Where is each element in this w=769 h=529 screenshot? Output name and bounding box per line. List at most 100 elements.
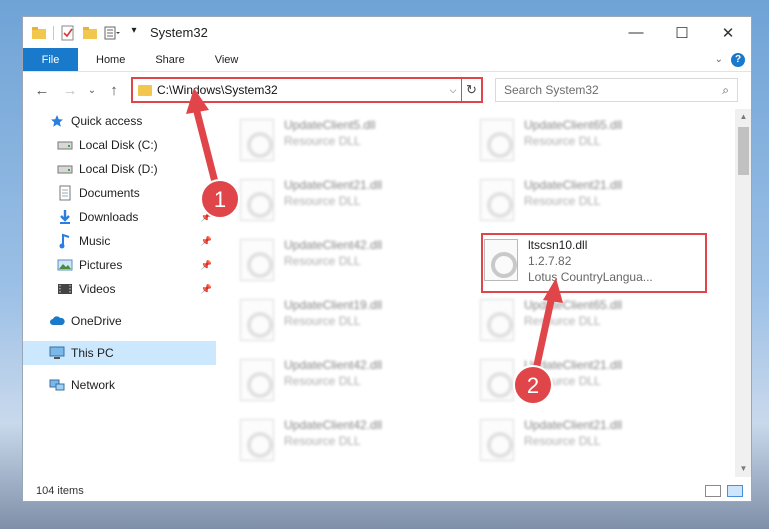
drive-icon [57,137,73,153]
up-button[interactable]: ↑ [103,82,125,99]
file-description: Resource DLL [524,374,601,388]
sidebar-item-documents[interactable]: Documents [23,181,216,205]
search-input[interactable]: Search System32 ⌕ [495,78,738,102]
window-controls: — ☐ ✕ [613,17,751,48]
recent-locations-button[interactable]: ⌄ [81,85,103,96]
dll-file-icon [480,359,514,401]
folder-icon [31,25,47,41]
music-icon [57,233,73,249]
toolbar-dropdown-icon[interactable]: ▾ [126,25,142,41]
highlight-box [481,233,707,293]
close-button[interactable]: ✕ [705,17,751,48]
tab-file[interactable]: File [23,48,78,71]
list-item[interactable]: UpdateClient21.dll Resource DLL [218,173,448,229]
sidebar-item-label: Network [71,378,116,392]
minimize-button[interactable]: — [613,17,659,48]
scroll-up-icon[interactable]: ▲ [735,109,751,125]
sidebar-item-label: Pictures [79,258,123,272]
list-item[interactable]: UpdateClient42.dll Resource DLL [218,353,448,409]
pin-icon[interactable]: 📌 [201,284,212,295]
list-item[interactable]: UpdateClient21.dll Resource DLL [458,413,688,469]
dll-file-icon [240,179,274,221]
sidebar-item-music[interactable]: Music 📌 [23,229,216,253]
file-description: Resource DLL [284,254,361,268]
expand-ribbon-icon[interactable]: ⌄ [715,54,723,65]
file-description: Resource DLL [524,434,601,448]
sidebar-item-local-disk-c[interactable]: Local Disk (C:) [23,133,216,157]
file-description: Resource DLL [524,314,601,328]
vertical-scrollbar[interactable]: ▲ ▼ [735,109,751,477]
sidebar-item-videos[interactable]: Videos 📌 [23,277,216,301]
properties-icon[interactable] [60,25,76,41]
list-item[interactable]: UpdateClient21.dll Resource DLL [458,353,688,409]
dll-file-icon [240,119,274,161]
scroll-down-icon[interactable]: ▼ [735,461,751,477]
sidebar-item-network[interactable]: Network [23,373,216,397]
pin-icon[interactable]: 📌 [201,260,212,271]
list-item[interactable]: UpdateClient42.dll Resource DLL [218,413,448,469]
file-description: Resource DLL [284,194,361,208]
sidebar-item-label: Local Disk (C:) [79,138,158,152]
dll-file-icon [240,239,274,281]
window-title: System32 [150,25,208,40]
sidebar-item-quick-access[interactable]: Quick access [23,109,216,133]
search-icon: ⌕ [722,82,729,97]
large-icons-view-icon[interactable] [727,485,743,497]
help-icon[interactable]: ? [731,52,745,67]
scroll-thumb[interactable] [738,127,749,175]
sidebar-item-this-pc[interactable]: This PC [23,341,216,365]
tab-share[interactable]: Share [140,48,199,71]
downloads-icon [57,209,73,225]
ribbon-right: ⌄ ? [715,48,751,71]
list-item[interactable]: UpdateClient5.dll Resource DLL [218,113,448,169]
list-item[interactable]: UpdateClient19.dll Resource DLL [218,293,448,349]
sidebar-item-label: Local Disk (D:) [79,162,158,176]
tab-home[interactable]: Home [78,48,140,71]
file-list: UpdateClient5.dll Resource DLL UpdateClie… [218,109,735,477]
address-dropdown-icon[interactable]: ⌵ [445,85,461,96]
dll-file-icon [480,179,514,221]
tab-view[interactable]: View [200,48,254,71]
file-name: UpdateClient21.dll [524,418,623,432]
file-name: UpdateClient5.dll [284,118,376,132]
address-path[interactable]: C:\Windows\System32 [157,83,445,97]
file-name: UpdateClient42.dll [284,238,383,252]
refresh-button[interactable]: ↻ [461,79,481,101]
title-bar: ▾ System32 — ☐ ✕ [23,17,751,48]
file-name: UpdateClient42.dll [284,418,383,432]
file-name: UpdateClient21.dll [524,358,623,372]
list-item[interactable]: UpdateClient21.dll Resource DLL [458,173,688,229]
maximize-button[interactable]: ☐ [659,17,705,48]
sidebar-item-onedrive[interactable]: OneDrive [23,309,216,333]
search-placeholder: Search System32 [504,83,599,97]
forward-button[interactable]: → [59,82,81,99]
star-icon [49,113,65,129]
file-description: Resource DLL [284,314,361,328]
sidebar-item-label: Quick access [71,114,143,128]
list-item[interactable]: UpdateClient65.dll Resource DLL [458,113,688,169]
sidebar-item-local-disk-d[interactable]: Local Disk (D:) [23,157,216,181]
drive-icon [57,161,73,177]
file-description: Resource DLL [524,134,601,148]
list-item[interactable]: UpdateClient42.dll Resource DLL [218,233,448,289]
pin-icon[interactable]: 📌 [201,212,212,223]
list-item[interactable]: UpdateClient65.dll Resource DLL [458,293,688,349]
pictures-icon [57,257,73,273]
view-switcher [705,485,743,497]
sidebar-item-label: OneDrive [71,314,122,328]
sidebar-item-pictures[interactable]: Pictures 📌 [23,253,216,277]
new-folder-icon[interactable] [82,25,98,41]
file-description: Resource DLL [284,374,361,388]
file-name: UpdateClient65.dll [524,298,623,312]
details-view-icon[interactable] [705,485,721,497]
computer-icon [49,345,65,361]
divider [53,25,54,40]
file-name: UpdateClient21.dll [284,178,383,192]
customize-toolbar-icon[interactable] [104,25,120,41]
address-bar[interactable]: C:\Windows\System32 ⌵ ↻ [131,77,483,103]
pin-icon[interactable]: 📌 [201,236,212,247]
sidebar-item-label: Music [79,234,111,248]
back-button[interactable]: ← [31,82,53,99]
ribbon-tabs: File Home Share View ⌄ ? [23,48,751,72]
sidebar-item-downloads[interactable]: Downloads 📌 [23,205,216,229]
